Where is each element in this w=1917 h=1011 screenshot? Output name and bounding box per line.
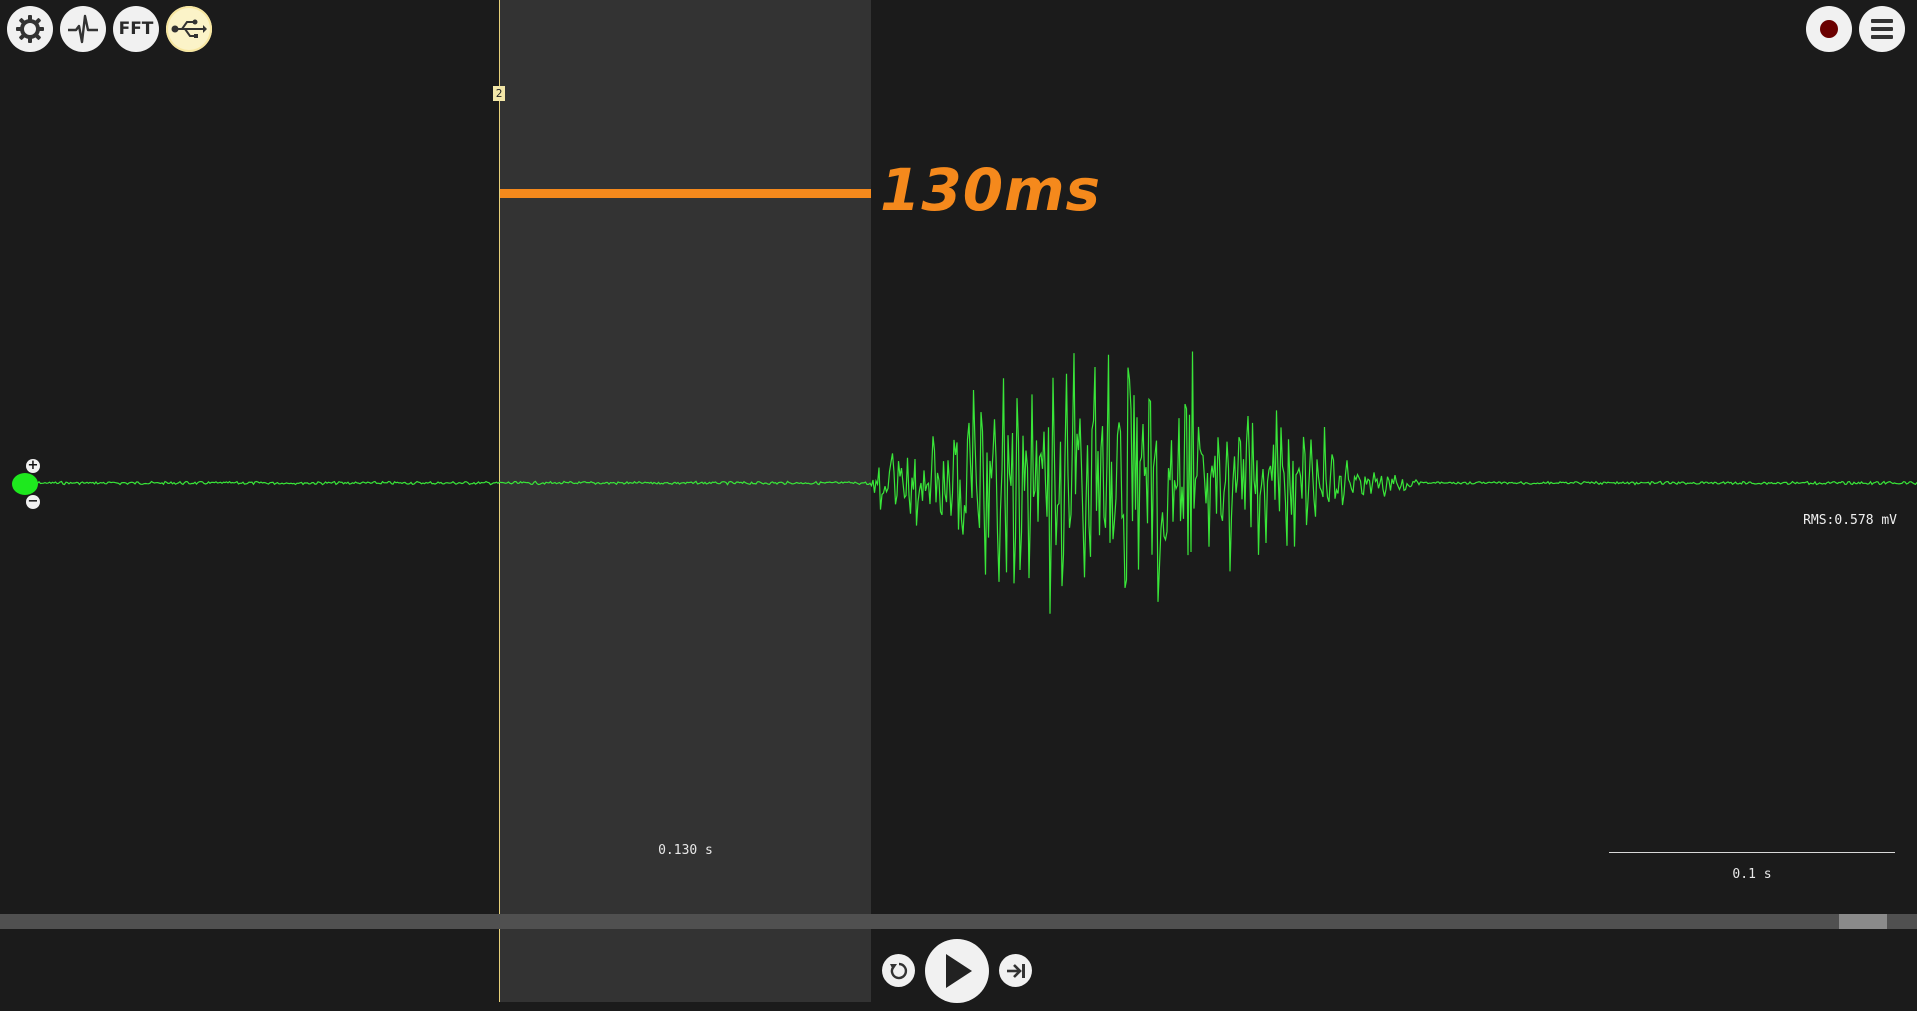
play-icon	[946, 954, 972, 988]
skip-to-end-button[interactable]	[999, 954, 1032, 987]
record-button[interactable]	[1806, 6, 1852, 52]
timeline-scrollbar[interactable]	[0, 914, 1917, 929]
play-button[interactable]	[925, 939, 989, 1003]
rms-readout: RMS:0.578 mV	[1803, 513, 1897, 528]
timescale-label: 0.1 s	[1732, 867, 1772, 882]
usb-icon	[171, 19, 207, 38]
usb-button[interactable]	[166, 6, 212, 52]
oscilloscope-view: 2 130ms 0.130 s + − RMS:0.578 mV 0.1 s F…	[0, 0, 1917, 1011]
scrollbar-thumb[interactable]	[1839, 914, 1887, 929]
settings-button[interactable]	[7, 6, 53, 52]
zoom-in-button[interactable]: +	[26, 459, 40, 473]
gear-icon	[16, 15, 44, 43]
fft-label: FFT	[118, 19, 154, 39]
signal-waveform	[29, 351, 1917, 614]
rewind-icon	[889, 962, 907, 979]
menu-button[interactable]	[1859, 6, 1905, 52]
skip-to-end-icon	[1006, 963, 1025, 978]
signal-trace	[29, 351, 1917, 614]
record-icon	[1820, 20, 1838, 38]
channel-handle[interactable]	[12, 473, 38, 495]
fft-button[interactable]: FFT	[113, 6, 159, 52]
timescale-bar	[1609, 852, 1895, 853]
rewind-button[interactable]	[882, 954, 915, 987]
hamburger-menu-icon	[1871, 19, 1893, 39]
zoom-out-button[interactable]: −	[26, 495, 40, 509]
heartbeat-waveform-icon	[68, 14, 98, 44]
signal-button[interactable]	[60, 6, 106, 52]
